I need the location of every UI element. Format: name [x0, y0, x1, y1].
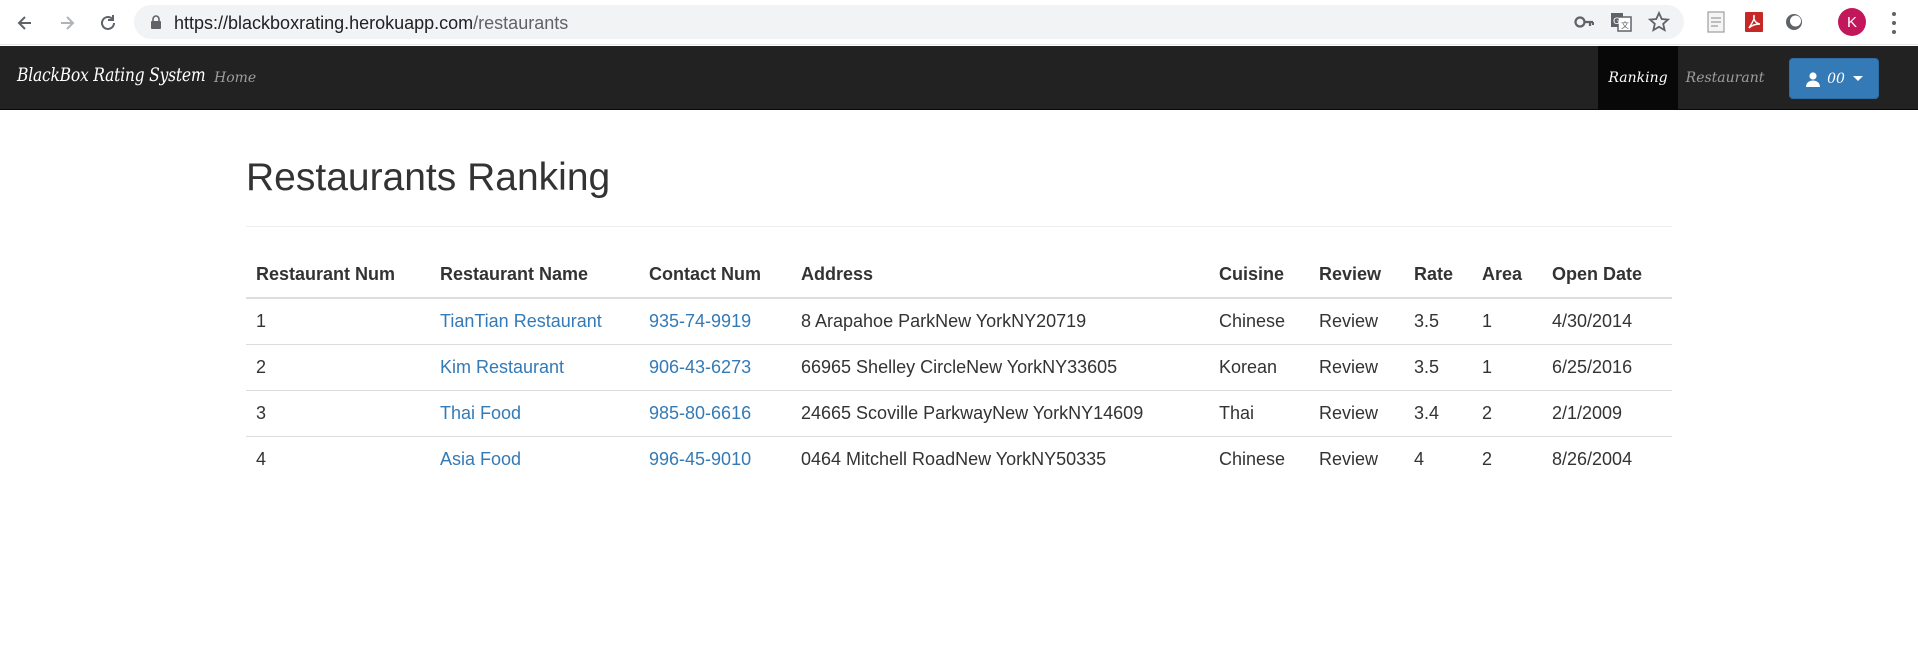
cell-rate: 3.5	[1404, 343, 1472, 390]
page-title: Restaurants Ranking	[246, 156, 611, 199]
nav-ranking[interactable]: Ranking	[1598, 46, 1678, 110]
cell-address: 66965 Shelley CircleNew YorkNY33605	[791, 343, 1209, 390]
cell-contact: 996-45-9010	[639, 435, 791, 482]
forward-arrow-icon	[61, 16, 75, 30]
key-icon[interactable]	[1574, 13, 1594, 31]
cell-rate: 3.5	[1414, 310, 1440, 331]
cell-review: Review	[1309, 343, 1404, 390]
cell-num: 1	[256, 310, 267, 331]
forward-button[interactable]	[54, 10, 80, 36]
cell-review: Review	[1309, 435, 1404, 482]
table-row: 4 Asia Food 996-45-9010 0464 Mitchell Ro…	[246, 435, 1672, 482]
user-menu-button[interactable]: 00	[1789, 58, 1879, 99]
header-open-date[interactable]: Open Date	[1542, 252, 1672, 299]
contact-phone-link[interactable]: 935-74-9919	[649, 311, 751, 331]
bookmark-star-icon[interactable]	[1648, 11, 1670, 33]
cell-contact: 935-74-9919	[639, 298, 791, 344]
cell-num: 3	[246, 389, 430, 436]
cell-cuisine: Thai	[1209, 389, 1309, 436]
caret-down-icon	[1852, 76, 1863, 81]
cell-name: Thai Food	[430, 389, 639, 436]
docs-extension-icon[interactable]	[1704, 10, 1728, 34]
contact-phone-link[interactable]: 985-80-6616	[649, 403, 751, 423]
profile-avatar[interactable]: K	[1838, 8, 1866, 36]
cell-open-date: 6/25/2016	[1542, 343, 1672, 390]
profile-initial: K	[1846, 13, 1857, 31]
reload-button[interactable]	[95, 10, 121, 36]
browser-toolbar: https://blackboxrating.herokuapp.com/res…	[0, 0, 1918, 45]
top-navbar: BlackBox Rating System Home Ranking Rest…	[0, 46, 1918, 110]
restaurant-name-link[interactable]: Kim Restaurant	[440, 357, 564, 377]
header-address[interactable]: Address	[791, 252, 1209, 299]
cell-area: 1	[1482, 310, 1493, 331]
contact-phone-link[interactable]: 906-43-6273	[649, 357, 751, 377]
cell-cuisine: Korean	[1209, 343, 1309, 390]
circle-extension-icon[interactable]	[1782, 10, 1806, 34]
nav-home[interactable]: Home	[214, 46, 256, 110]
title-divider	[246, 226, 1672, 227]
cell-rate: 4	[1404, 435, 1472, 482]
cell-area: 2	[1472, 435, 1542, 482]
cell-name: Asia Food	[430, 435, 639, 482]
header-restaurant-num[interactable]: Restaurant Num	[246, 252, 430, 299]
reload-icon	[101, 15, 115, 30]
cell-cuisine: Chinese	[1209, 435, 1309, 482]
restaurant-name-link[interactable]: Thai Food	[440, 403, 521, 423]
svg-text:文: 文	[1621, 20, 1629, 30]
cell-cuisine: Chinese	[1219, 310, 1286, 331]
cell-open-date: 8/26/2004	[1542, 435, 1672, 482]
cell-num: 4	[246, 435, 430, 482]
table-header-row: Restaurant Num Restaurant Name Contact N…	[246, 252, 1672, 299]
cell-num: 2	[246, 343, 430, 390]
cell-area: 2	[1472, 389, 1542, 436]
pdf-extension-icon[interactable]	[1742, 10, 1766, 34]
cell-name: TianTian Restaurant	[430, 298, 639, 344]
url-path: /restaurants	[473, 13, 569, 33]
cell-contact: 906-43-6273	[639, 343, 791, 390]
browser-menu-icon[interactable]	[1884, 12, 1904, 34]
cell-address: 8 Arapahoe ParkNew YorkNY20719	[801, 310, 1087, 331]
translate-icon[interactable]: G文	[1610, 12, 1632, 32]
cell-review: Review	[1309, 389, 1404, 436]
cell-name: Kim Restaurant	[430, 343, 639, 390]
cell-address: 24665 Scoville ParkwayNew YorkNY14609	[791, 389, 1209, 436]
user-name: 00	[1827, 70, 1845, 87]
header-area[interactable]: Area	[1472, 252, 1542, 299]
cell-contact: 985-80-6616	[639, 389, 791, 436]
cell-rate: 3.4	[1404, 389, 1472, 436]
header-review[interactable]: Review	[1309, 252, 1404, 299]
header-restaurant-name[interactable]: Restaurant Name	[430, 252, 639, 299]
restaurant-name-link[interactable]: Asia Food	[440, 449, 521, 469]
table-row: 3 Thai Food 985-80-6616 24665 Scoville P…	[246, 389, 1672, 436]
url-text: https://blackboxrating.herokuapp.com/res…	[174, 13, 568, 34]
url-host: https://blackboxrating.herokuapp.com	[174, 13, 474, 33]
address-bar[interactable]: https://blackboxrating.herokuapp.com/res…	[134, 5, 1684, 39]
contact-phone-link[interactable]: 996-45-9010	[649, 449, 751, 469]
header-cuisine[interactable]: Cuisine	[1209, 252, 1309, 299]
nav-restaurant[interactable]: Restaurant	[1680, 46, 1770, 110]
user-icon	[1806, 71, 1821, 87]
restaurant-name-link[interactable]: TianTian Restaurant	[440, 311, 602, 331]
cell-area: 1	[1472, 343, 1542, 390]
lock-icon	[151, 15, 161, 29]
ranking-table: Restaurant Num Restaurant Name Contact N…	[246, 252, 1672, 482]
cell-review: Review	[1319, 310, 1379, 331]
back-arrow-icon	[17, 16, 31, 30]
cell-open-date: 2/1/2009	[1542, 389, 1672, 436]
table-row: 1 TianTian Restaurant 935-74-9919 8 Arap…	[246, 298, 1672, 344]
svg-text:G: G	[1613, 17, 1620, 27]
cell-address: 0464 Mitchell RoadNew YorkNY50335	[791, 435, 1209, 482]
back-button[interactable]	[12, 10, 38, 36]
table-row: 2 Kim Restaurant 906-43-6273 66965 Shell…	[246, 343, 1672, 390]
header-rate[interactable]: Rate	[1404, 252, 1472, 299]
brand-logo[interactable]: BlackBox Rating System	[17, 64, 206, 86]
header-contact-num[interactable]: Contact Num	[639, 252, 791, 299]
cell-open-date: 4/30/2014	[1552, 310, 1633, 331]
